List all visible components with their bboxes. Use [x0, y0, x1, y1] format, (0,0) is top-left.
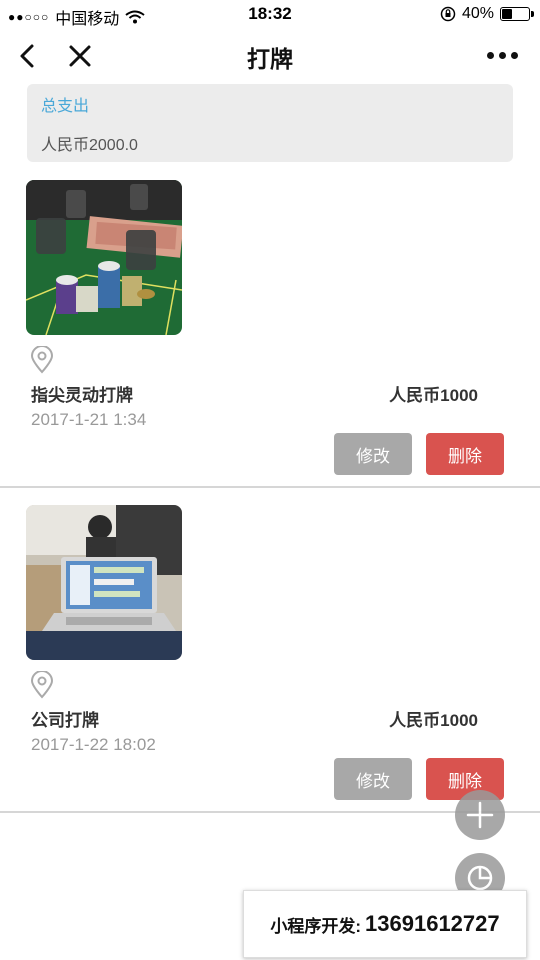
more-button[interactable]: [487, 52, 518, 59]
entry-name: 指尖灵动打牌: [31, 386, 133, 405]
poker-table-photo[interactable]: [26, 180, 182, 335]
edit-button[interactable]: 修改: [334, 433, 412, 475]
entry-amount: 人民币1000: [389, 386, 478, 405]
total-expense-amount: 人民币2000.0: [41, 137, 138, 154]
status-right: 40%: [440, 5, 534, 23]
location-pin-icon: [30, 346, 54, 374]
more-icon-dot: [487, 52, 494, 59]
expense-entry: 公司打牌 人民币1000 2017-1-22 18:02 修改 删除: [0, 505, 540, 815]
edit-button[interactable]: 修改: [334, 758, 412, 800]
add-expense-button[interactable]: [455, 790, 505, 840]
poker-table-image: [26, 180, 182, 335]
expense-entry: 指尖灵动打牌 人民币1000 2017-1-21 1:34 修改 删除: [0, 180, 540, 490]
page-title: 打牌: [247, 46, 293, 72]
promo-banner: 小程序开发: 13691612727: [243, 890, 527, 958]
location-pin-icon: [30, 671, 54, 699]
battery-fill: [502, 9, 512, 19]
promo-label: 小程序开发:: [270, 916, 362, 936]
delete-button[interactable]: 删除: [426, 433, 504, 475]
nav-bar: 打牌: [0, 28, 540, 82]
status-bar: ●●○○○ 中国移动 18:32 40%: [0, 0, 540, 28]
more-icon-dot: [499, 52, 506, 59]
entry-name: 公司打牌: [31, 711, 99, 730]
orientation-lock-icon: [440, 6, 456, 22]
promo-phone: 13691612727: [365, 911, 500, 936]
plus-icon: [466, 801, 494, 829]
total-expense-label: 总支出: [41, 98, 90, 115]
entry-date: 2017-1-21 1:34: [31, 410, 147, 429]
total-expense-card: 总支出 人民币2000.0: [27, 84, 513, 162]
office-laptop-photo[interactable]: [26, 505, 182, 660]
entry-divider: [0, 486, 540, 488]
battery-icon: [500, 7, 534, 21]
battery-percent: 40%: [461, 5, 494, 22]
pie-chart-icon: [467, 865, 493, 891]
entry-date: 2017-1-22 18:02: [31, 735, 156, 754]
entry-amount: 人民币1000: [389, 711, 478, 730]
more-icon-dot: [511, 52, 518, 59]
office-laptop-image: [26, 505, 182, 660]
